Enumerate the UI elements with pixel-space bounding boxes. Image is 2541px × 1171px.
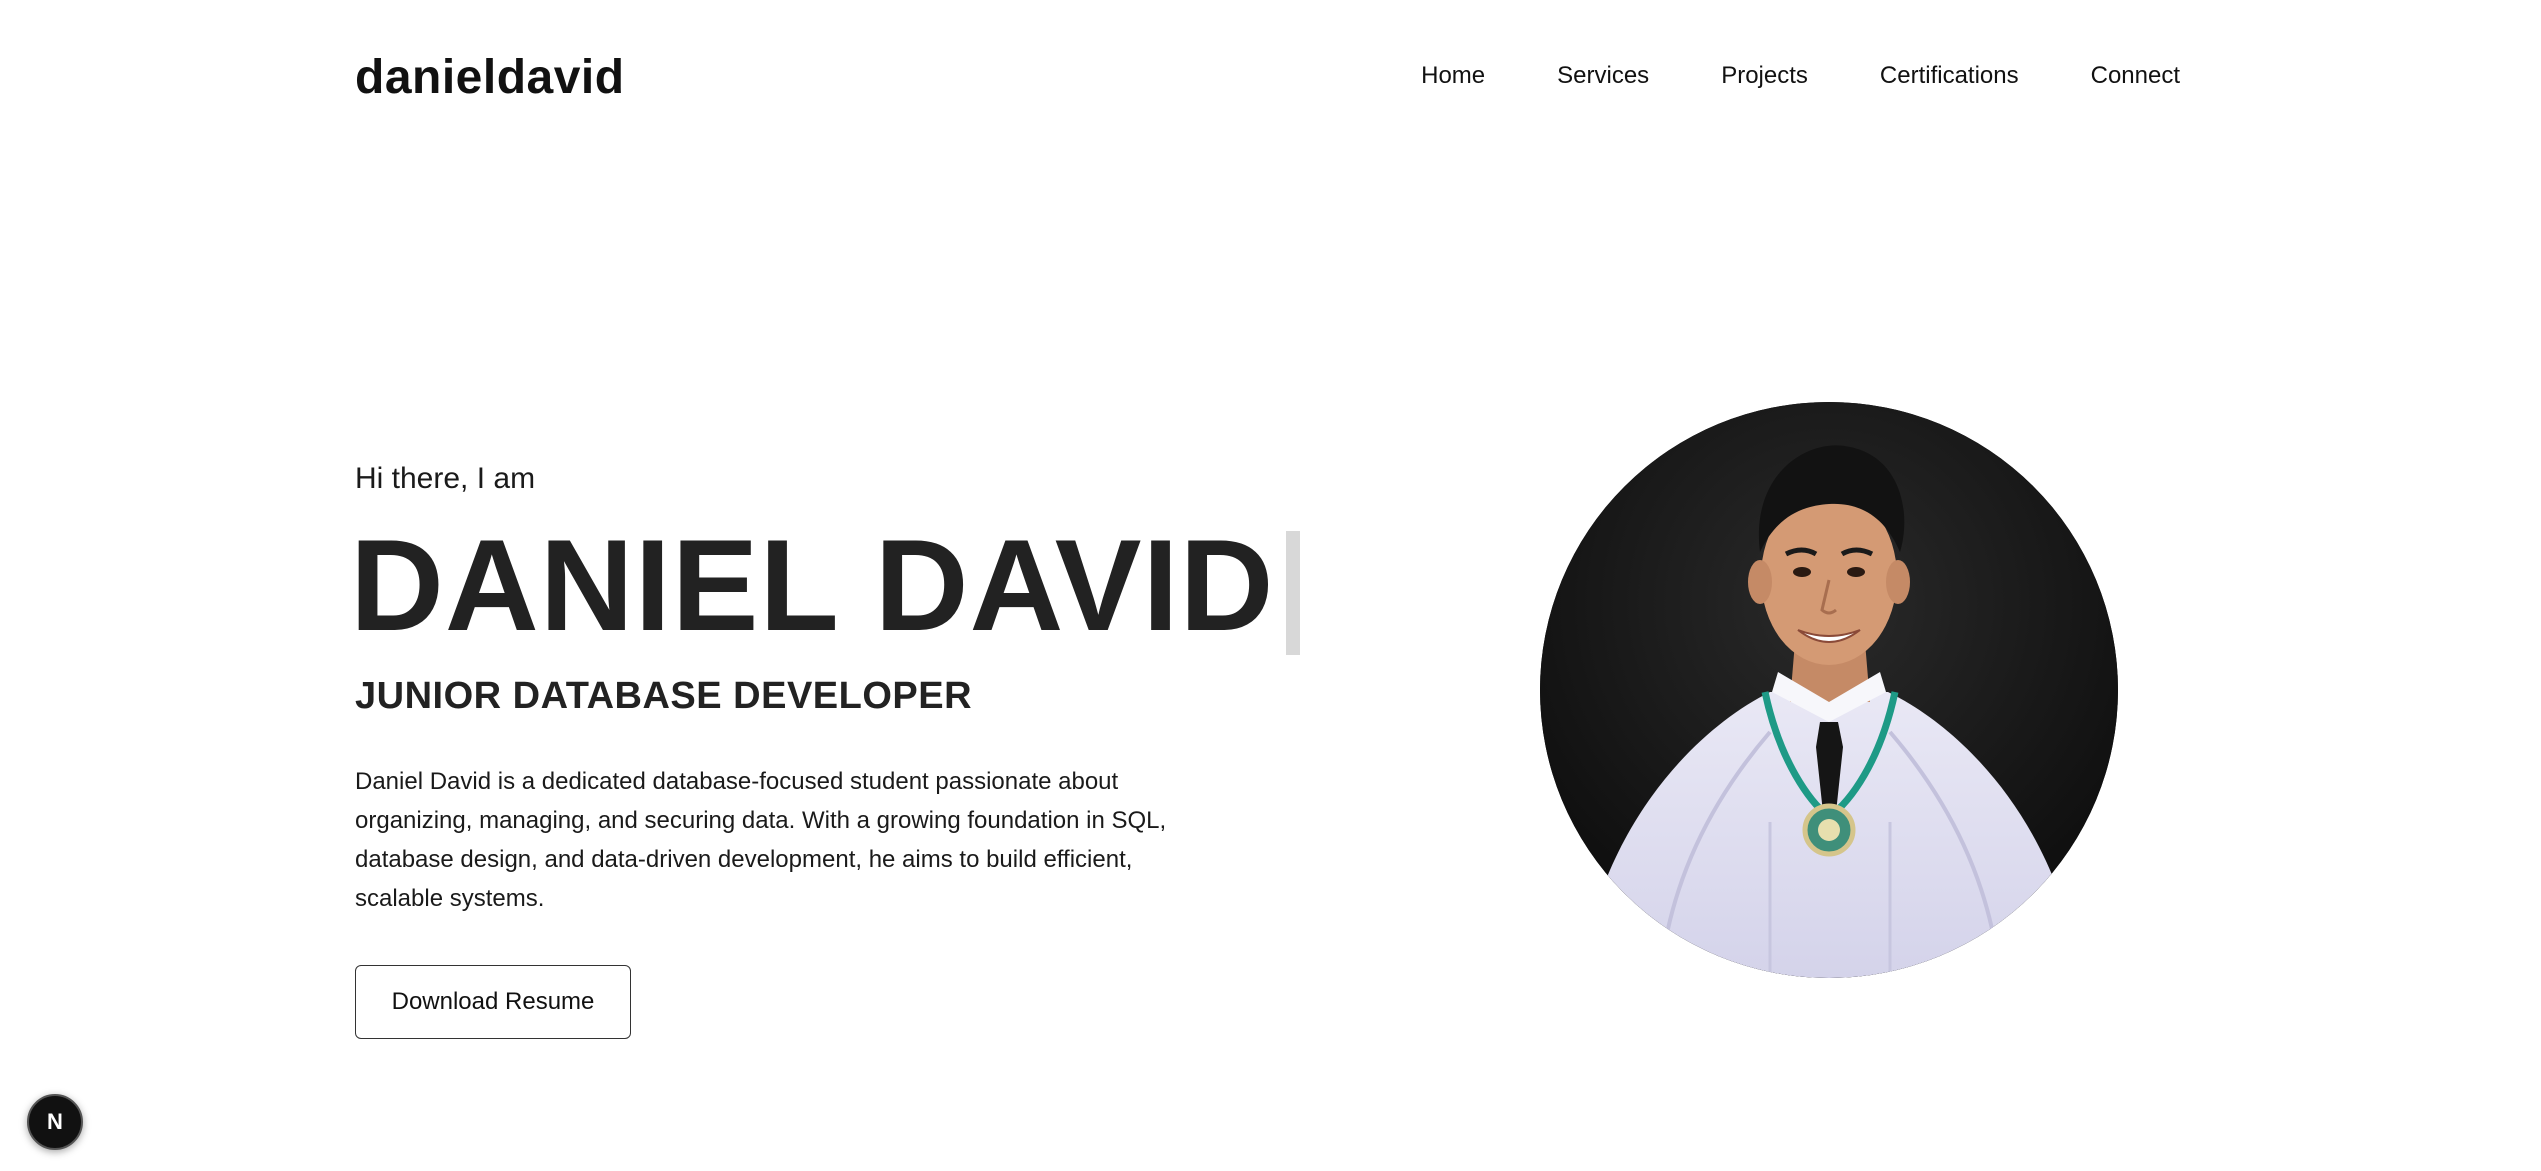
profile-photo: [1540, 402, 2118, 978]
nav-certifications[interactable]: Certifications: [1880, 62, 2019, 90]
main-nav: Home Services Projects Certifications Co…: [1421, 62, 2180, 90]
page: danieldavid Home Services Projects Certi…: [0, 0, 2541, 1171]
nav-services[interactable]: Services: [1557, 62, 1649, 90]
hero-name: DANIEL DAVID: [350, 512, 1275, 658]
hero-greeting: Hi there, I am: [355, 462, 536, 495]
hero-name-wrap: DANIEL DAVID: [350, 512, 1301, 658]
n-badge-button[interactable]: N: [27, 1094, 83, 1150]
nav-home[interactable]: Home: [1421, 62, 1485, 90]
download-resume-button[interactable]: Download Resume: [355, 965, 631, 1039]
nav-connect[interactable]: Connect: [2091, 62, 2180, 90]
nav-projects[interactable]: Projects: [1721, 62, 1808, 90]
typing-cursor: [1286, 531, 1301, 655]
profile-photo-illustration: [1540, 402, 2118, 978]
site-logo[interactable]: danieldavid: [355, 50, 625, 105]
hero-bio: Daniel David is a dedicated database-foc…: [355, 768, 1167, 912]
hero-role: JUNIOR DATABASE DEVELOPER: [355, 675, 973, 717]
